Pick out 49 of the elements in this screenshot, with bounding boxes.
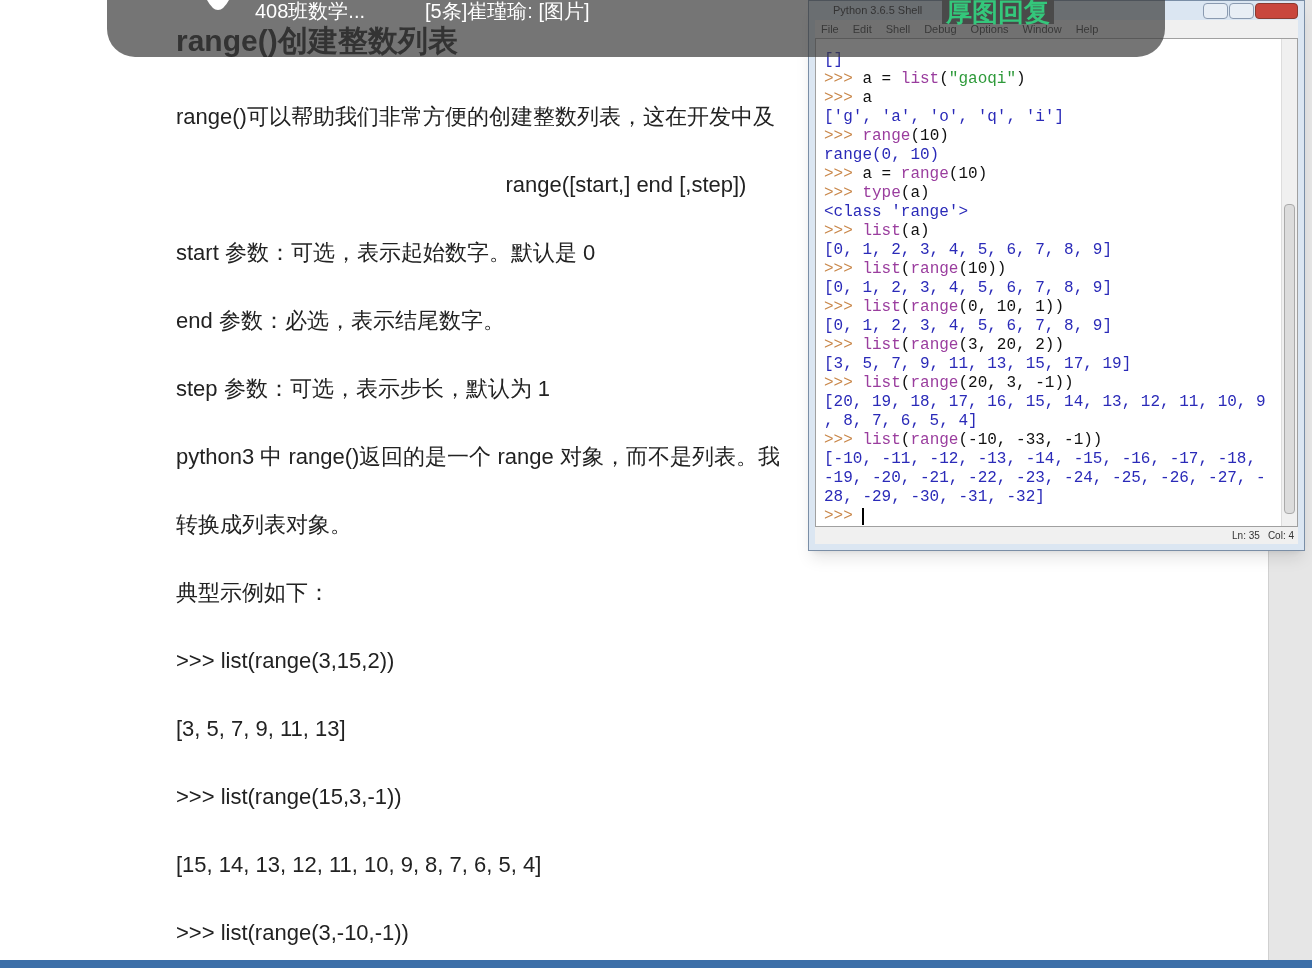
shell-line: >>> list(a) [824,221,930,241]
shell-line: >>> type(a) [824,183,930,203]
document-paragraph: [3, 5, 7, 9, 11, 13] [176,715,346,743]
document-paragraph: start 参数：可选，表示起始数字。默认是 0 [176,239,596,267]
close-button[interactable] [1255,2,1298,19]
shell-line: [0, 1, 2, 3, 4, 5, 6, 7, 8, 9] [824,316,1113,336]
shell-line: [0, 1, 2, 3, 4, 5, 6, 7, 8, 9] [824,278,1113,298]
shell-line: >>> range(10) [824,126,949,146]
shell-line: >>> a = list("gaoqi") [824,69,1026,89]
shell-line: >>> list(range(3, 20, 2)) [824,335,1065,355]
notification-group: 408班数学... [255,0,366,23]
document-paragraph: end 参数：必选，表示结尾数字。 [176,307,505,335]
shell-line: range(0, 10) [824,145,940,165]
document-title: range()创建整数列表 [176,24,458,58]
shell-line: <class 'range'> [824,202,969,222]
document-paragraph: >>> list(range(3,15,2)) [176,647,395,675]
shell-line: [-10, -11, -12, -13, -14, -15, -16, -17, -18, [824,449,1257,469]
shell-line: , 8, 7, 6, 5, 4] [824,411,978,431]
text-cursor [862,507,865,525]
notification-message: [5条]崔瑾瑜: [图片] [425,0,590,23]
document-paragraph: 典型示例如下： [176,579,330,607]
window-title: Python 3.6.5 Shell [833,3,923,19]
shell-line: >>> [824,506,854,526]
shell-line: 28, -29, -30, -31, -32] [824,487,1045,507]
document-paragraph: 转换成列表对象。 [176,511,352,539]
minimize-button[interactable] [1203,2,1228,19]
shell-line: >>> a [824,88,872,108]
document-paragraph: step 参数：可选，表示步长，默认为 1 [176,375,551,403]
status-line: Ln: 35 [1232,528,1260,543]
reply-link[interactable]: 厚图回复 [942,0,1054,24]
shell-line: >>> a = range(10) [824,164,988,184]
status-column: Col: 4 [1267,527,1294,543]
document-paragraph: python3 中 range()返回的是一个 range 对象，而不是列表。我 [176,443,780,471]
document-paragraph: [15, 14, 13, 12, 11, 10, 9, 8, 7, 6, 5, 4] [176,851,542,879]
shell-line: >>> list(range(0, 10, 1)) [824,297,1065,317]
shell-line: >>> list(range(20, 3, -1)) [824,373,1074,393]
shell-line: >>> list(range(10)) [824,259,1007,279]
document-paragraph: range([start,] end [,step]) [505,171,747,199]
shell-line: >>> list(range(-10, -33, -1)) [824,430,1103,450]
document-paragraph: >>> list(range(15,3,-1)) [176,783,402,811]
maximize-button[interactable] [1229,2,1254,19]
shell-line: [3, 5, 7, 9, 11, 13, 15, 17, 19] [824,354,1132,374]
shell-line: [0, 1, 2, 3, 4, 5, 6, 7, 8, 9] [824,240,1113,260]
shell-line: [20, 19, 18, 17, 16, 15, 14, 13, 12, 11, 10, 9 [824,392,1266,412]
shell-line: -19, -20, -21, -22, -23, -24, -25, -26, -27, - [824,468,1266,488]
document-paragraph: range()可以帮助我们非常方便的创建整数列表，这在开发中及 [176,103,775,131]
shell-line: ['g', 'a', 'o', 'q', 'i'] [824,107,1065,127]
scrollbar[interactable] [1281,38,1297,526]
document-paragraph: >>> list(range(3,-10,-1)) [176,919,409,947]
